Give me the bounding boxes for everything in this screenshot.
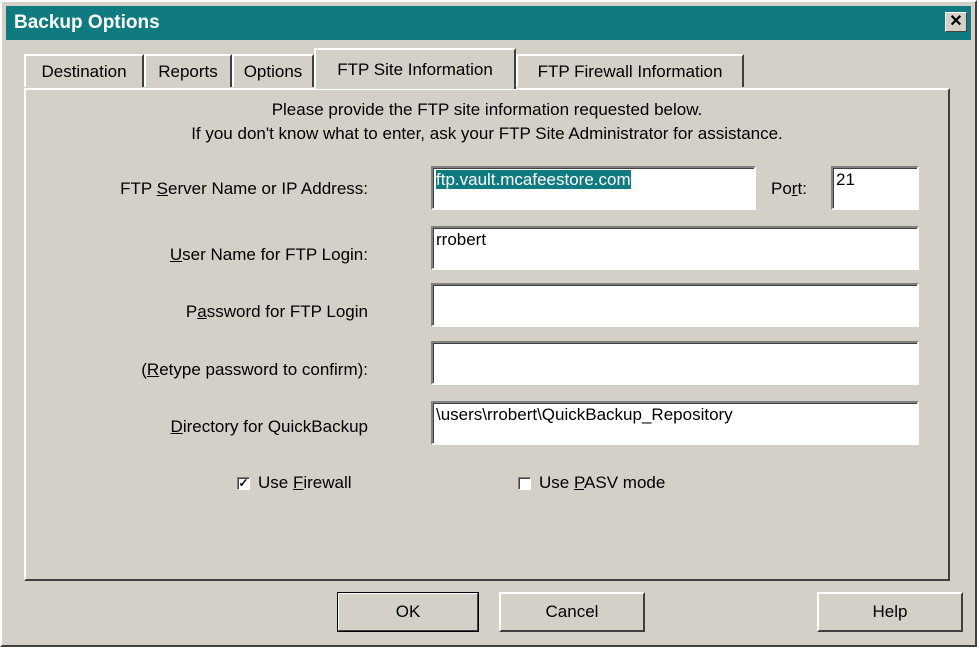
- ok-button-label: OK: [395, 602, 421, 621]
- tab-destination[interactable]: Destination: [24, 54, 144, 87]
- cancel-button[interactable]: Cancel: [499, 592, 645, 632]
- username-input[interactable]: rrobert: [431, 226, 919, 270]
- username-value: rrobert: [436, 230, 487, 249]
- tab-ftp-site-information[interactable]: FTP Site Information: [314, 48, 516, 89]
- use-pasv-checkbox[interactable]: Use PASV mode: [518, 473, 665, 493]
- retype-password-input[interactable]: [431, 341, 919, 385]
- instruction-line-2: If you don't know what to enter, ask you…: [191, 124, 783, 143]
- checkbox-unchecked-icon[interactable]: [518, 476, 531, 490]
- window-title: Backup Options: [14, 12, 160, 33]
- port-label: Port:: [771, 179, 807, 198]
- server-label: FTP Server Name or IP Address:: [120, 179, 368, 198]
- tab-label: Options: [243, 62, 303, 81]
- directory-input[interactable]: \users\rrobert\QuickBackup_Repository: [431, 401, 919, 445]
- port-value: 21: [836, 170, 855, 189]
- instruction-line-1: Please provide the FTP site information …: [271, 100, 703, 119]
- ok-button[interactable]: OK: [337, 592, 479, 632]
- use-firewall-checkbox[interactable]: ✓ Use Firewall: [237, 473, 352, 493]
- help-button-label: Help: [872, 602, 908, 621]
- retype-password-label: (Retype password to confirm):: [141, 360, 368, 379]
- directory-label: Directory for QuickBackup: [170, 417, 368, 436]
- tab-ftp-firewall-information[interactable]: FTP Firewall Information: [516, 54, 744, 87]
- title-bar[interactable]: Backup Options ✕: [6, 6, 971, 40]
- tab-label: FTP Site Information: [337, 60, 493, 79]
- tab-label: Reports: [158, 62, 218, 81]
- use-firewall-label: Use Firewall: [258, 473, 352, 492]
- close-icon: ✕: [949, 13, 963, 30]
- backup-options-dialog: Backup Options ✕ Destination Reports Opt…: [0, 0, 977, 647]
- tab-label: Destination: [41, 62, 127, 81]
- directory-value: \users\rrobert\QuickBackup_Repository: [436, 405, 733, 424]
- username-label: User Name for FTP Login:: [169, 245, 368, 264]
- server-input[interactable]: ftp.vault.mcafeestore.com: [431, 166, 756, 210]
- help-button[interactable]: Help: [817, 592, 963, 632]
- use-pasv-label: Use PASV mode: [539, 473, 666, 492]
- port-input[interactable]: 21: [831, 166, 919, 210]
- tab-label: FTP Firewall Information: [537, 62, 723, 81]
- checkbox-checked-icon[interactable]: ✓: [237, 476, 250, 490]
- cancel-button-label: Cancel: [545, 602, 599, 621]
- tab-reports[interactable]: Reports: [144, 54, 232, 87]
- close-button[interactable]: ✕: [945, 12, 967, 32]
- tab-options[interactable]: Options: [232, 54, 314, 87]
- password-label: Password for FTP Login: [185, 302, 368, 321]
- password-input[interactable]: [431, 283, 919, 327]
- tab-panel: Please provide the FTP site information …: [24, 88, 950, 581]
- server-value: ftp.vault.mcafeestore.com: [436, 170, 631, 189]
